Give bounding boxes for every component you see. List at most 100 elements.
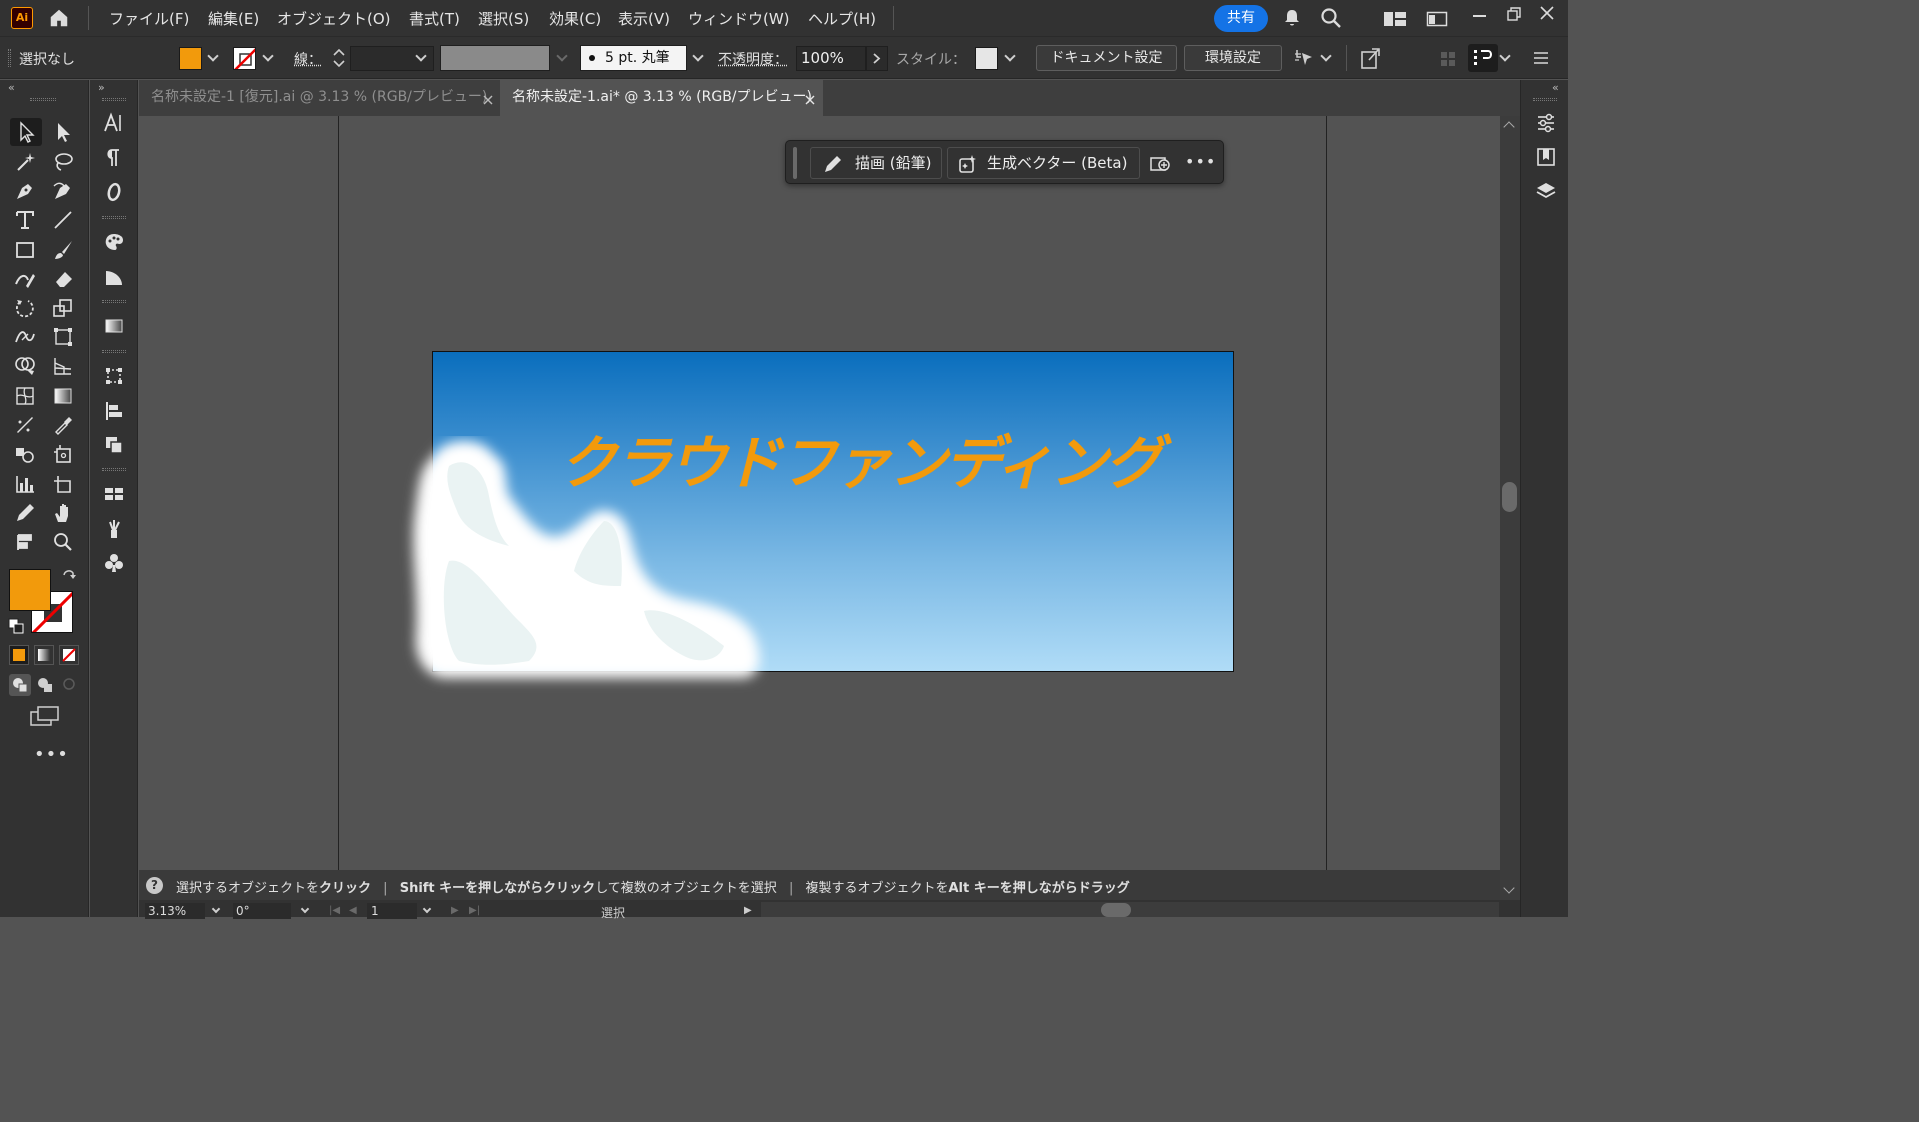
eyedropper-tool-icon[interactable] <box>48 411 78 439</box>
menu-object[interactable]: オブジェクト(O) <box>277 8 391 29</box>
tab-active-document[interactable]: 名称未設定-1.ai* @ 3.13 % (RGB/プレビュー) <box>500 80 823 116</box>
rectangle-tool-icon[interactable] <box>10 236 40 264</box>
panel-menu-icon[interactable] <box>1533 50 1549 69</box>
line-tool-icon[interactable] <box>48 206 78 234</box>
puppet-warp-tool-icon[interactable] <box>10 528 40 556</box>
scale-tool-icon[interactable] <box>48 294 78 322</box>
home-icon[interactable] <box>47 7 73 29</box>
selection-tool-icon[interactable] <box>10 118 42 146</box>
stroke-label[interactable]: 線： <box>294 49 322 69</box>
properties-panel-icon[interactable] <box>1468 44 1498 72</box>
swap-fill-stroke-icon[interactable] <box>61 568 77 588</box>
symbol-sprayer-tool-icon[interactable] <box>10 440 40 468</box>
collapse-arrows-icon[interactable]: » <box>98 81 105 94</box>
lasso-tool-icon[interactable] <box>48 148 78 176</box>
restore-icon[interactable] <box>1507 6 1523 25</box>
libraries-icon[interactable] <box>1531 143 1561 171</box>
menu-edit[interactable]: 編集(E) <box>208 8 259 29</box>
draw-behind-icon[interactable] <box>34 674 56 696</box>
help-icon[interactable]: ? <box>146 877 163 894</box>
brushes-panel-icon[interactable] <box>99 515 129 543</box>
blend-tool-icon[interactable] <box>10 411 40 439</box>
shaper-tool-icon[interactable] <box>10 265 40 293</box>
scroll-thumb[interactable] <box>1502 482 1517 512</box>
rotate-tool-icon[interactable] <box>10 294 40 322</box>
free-transform-tool-icon[interactable] <box>48 323 78 351</box>
stroke-swatch[interactable] <box>233 47 256 70</box>
artboard-number-input[interactable]: 1 <box>367 903 417 919</box>
workspace-layout-icon[interactable] <box>1383 10 1407 32</box>
magic-wand-tool-icon[interactable] <box>10 148 40 176</box>
scroll-thumb[interactable] <box>1101 903 1131 917</box>
gradient-panel-icon[interactable] <box>99 312 129 340</box>
scroll-up-icon[interactable] <box>1503 121 1515 133</box>
opacity-arrow-button[interactable] <box>866 46 888 71</box>
menu-window[interactable]: ウィンドウ(W) <box>688 8 790 29</box>
properties-icon[interactable] <box>1531 109 1561 137</box>
direct-selection-tool-icon[interactable] <box>48 118 78 146</box>
stroke-stepper[interactable] <box>330 46 348 70</box>
color-mode-button[interactable] <box>9 645 29 665</box>
chevron-down-icon[interactable] <box>1320 50 1332 62</box>
fill-swatch[interactable] <box>179 47 202 70</box>
perspective-grid-tool-icon[interactable] <box>48 352 78 380</box>
draw-pencil-button[interactable]: 描画 (鉛筆) <box>810 147 942 179</box>
opacity-input[interactable]: 100% <box>796 46 866 71</box>
more-tools-icon[interactable]: ••• <box>34 744 69 765</box>
collapse-arrows-icon[interactable]: « <box>1552 81 1559 94</box>
first-artboard-icon[interactable]: |◀ <box>329 905 340 916</box>
pathfinder-panel-icon[interactable] <box>99 431 129 459</box>
transform-panel-icon[interactable] <box>99 362 129 390</box>
pencil-tool-icon[interactable] <box>10 499 40 527</box>
curvature-tool-icon[interactable] <box>48 177 78 205</box>
menu-file[interactable]: ファイル(F) <box>109 8 189 29</box>
minimize-icon[interactable] <box>1473 15 1486 17</box>
width-tool-icon[interactable] <box>10 323 40 351</box>
app-logo[interactable]: Ai <box>11 7 33 29</box>
screen-mode-icon[interactable] <box>30 706 60 730</box>
color-guide-icon[interactable] <box>99 263 129 291</box>
chevron-down-icon[interactable] <box>207 50 219 62</box>
scroll-down-icon[interactable] <box>1503 882 1515 894</box>
close-window-icon[interactable] <box>1540 5 1554 24</box>
menu-type[interactable]: 書式(T) <box>409 8 460 29</box>
chevron-down-icon[interactable] <box>300 904 310 914</box>
arrange-grid-icon[interactable] <box>1440 51 1456 71</box>
search-icon[interactable] <box>1320 7 1342 33</box>
chevron-down-icon[interactable] <box>422 904 432 914</box>
document-setup-button[interactable]: ドキュメント設定 <box>1036 45 1177 71</box>
gradient-tool-icon[interactable] <box>48 382 78 410</box>
color-palette-icon[interactable] <box>99 228 129 256</box>
draw-normal-icon[interactable] <box>9 674 31 696</box>
chevron-down-icon[interactable] <box>1004 50 1016 62</box>
paintbrush-tool-icon[interactable] <box>48 236 78 264</box>
prev-artboard-icon[interactable]: ◀ <box>349 905 357 916</box>
variable-width-profile[interactable] <box>440 45 550 71</box>
more-options-icon[interactable]: ••• <box>1185 152 1216 171</box>
fill-color-swatch[interactable] <box>9 569 51 611</box>
collapse-arrows-icon[interactable]: « <box>8 81 15 94</box>
symbols-panel-icon[interactable] <box>99 549 129 577</box>
export-icon[interactable] <box>1360 46 1382 74</box>
slice-tool-icon[interactable] <box>48 470 78 498</box>
drag-handle[interactable] <box>793 147 797 179</box>
opentype-panel-icon[interactable] <box>99 178 129 206</box>
paragraph-panel-icon[interactable] <box>99 144 129 172</box>
layers-icon[interactable] <box>1531 177 1561 205</box>
menu-view[interactable]: 表示(V) <box>618 8 670 29</box>
bell-icon[interactable] <box>1282 8 1302 32</box>
canvas-workspace[interactable]: 描画 (鉛筆) 生成ベクター (Beta) ••• クラウドファンディング <box>139 116 1500 870</box>
none-mode-button[interactable] <box>59 645 79 665</box>
rotation-input[interactable]: 0° <box>233 903 291 919</box>
graphic-style-swatch[interactable] <box>975 47 998 70</box>
type-tool-icon[interactable] <box>10 206 40 234</box>
mesh-tool-icon[interactable] <box>10 382 40 410</box>
gradient-mode-button[interactable] <box>34 645 54 665</box>
align-panel-icon[interactable] <box>99 397 129 425</box>
zoom-tool-icon[interactable] <box>48 528 78 556</box>
add-to-library-icon[interactable] <box>1150 153 1172 177</box>
chevron-down-icon[interactable] <box>692 50 704 62</box>
shape-builder-tool-icon[interactable] <box>10 352 40 380</box>
vertical-scrollbar[interactable] <box>1500 116 1520 906</box>
default-colors-icon[interactable] <box>8 618 24 638</box>
